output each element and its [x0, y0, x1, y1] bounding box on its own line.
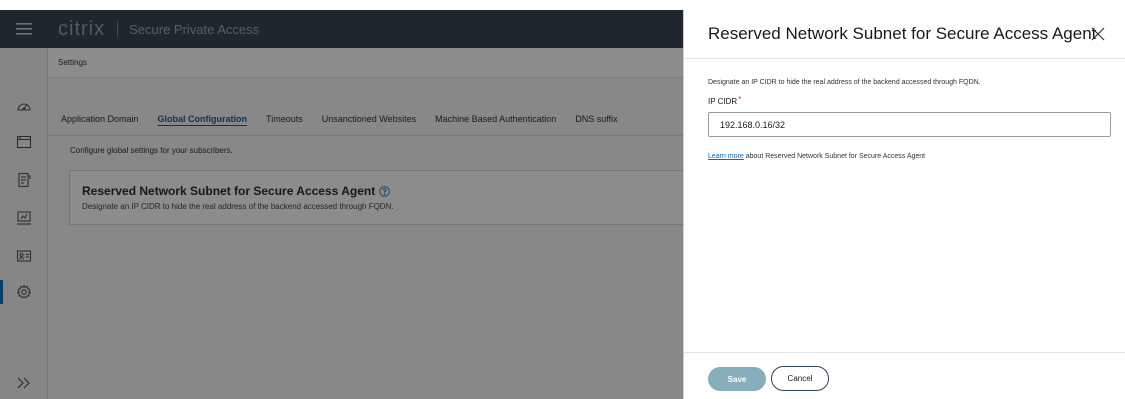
learn-more-rest: about Reserved Network Subnet for Secure… [743, 153, 926, 160]
side-panel: Reserved Network Subnet for Secure Acces… [683, 10, 1125, 399]
save-button[interactable]: Save [708, 367, 766, 391]
required-indicator: * [738, 95, 742, 104]
panel-footer: Save Cancel [684, 352, 1125, 399]
learn-more-text: Learn more about Reserved Network Subnet… [708, 153, 925, 160]
cancel-button[interactable]: Cancel [771, 366, 829, 391]
ip-cidr-label: IP CIDR* [708, 95, 742, 106]
ip-cidr-label-text: IP CIDR [708, 97, 738, 106]
panel-title: Reserved Network Subnet for Secure Acces… [708, 24, 1097, 43]
panel-header: Reserved Network Subnet for Secure Acces… [684, 10, 1125, 59]
close-icon[interactable] [1090, 26, 1106, 42]
panel-description: Designate an IP CIDR to hide the real ad… [708, 79, 981, 86]
ip-cidr-input[interactable] [708, 112, 1111, 137]
modal-backdrop[interactable] [0, 10, 683, 399]
learn-more-link[interactable]: Learn more [708, 153, 744, 160]
